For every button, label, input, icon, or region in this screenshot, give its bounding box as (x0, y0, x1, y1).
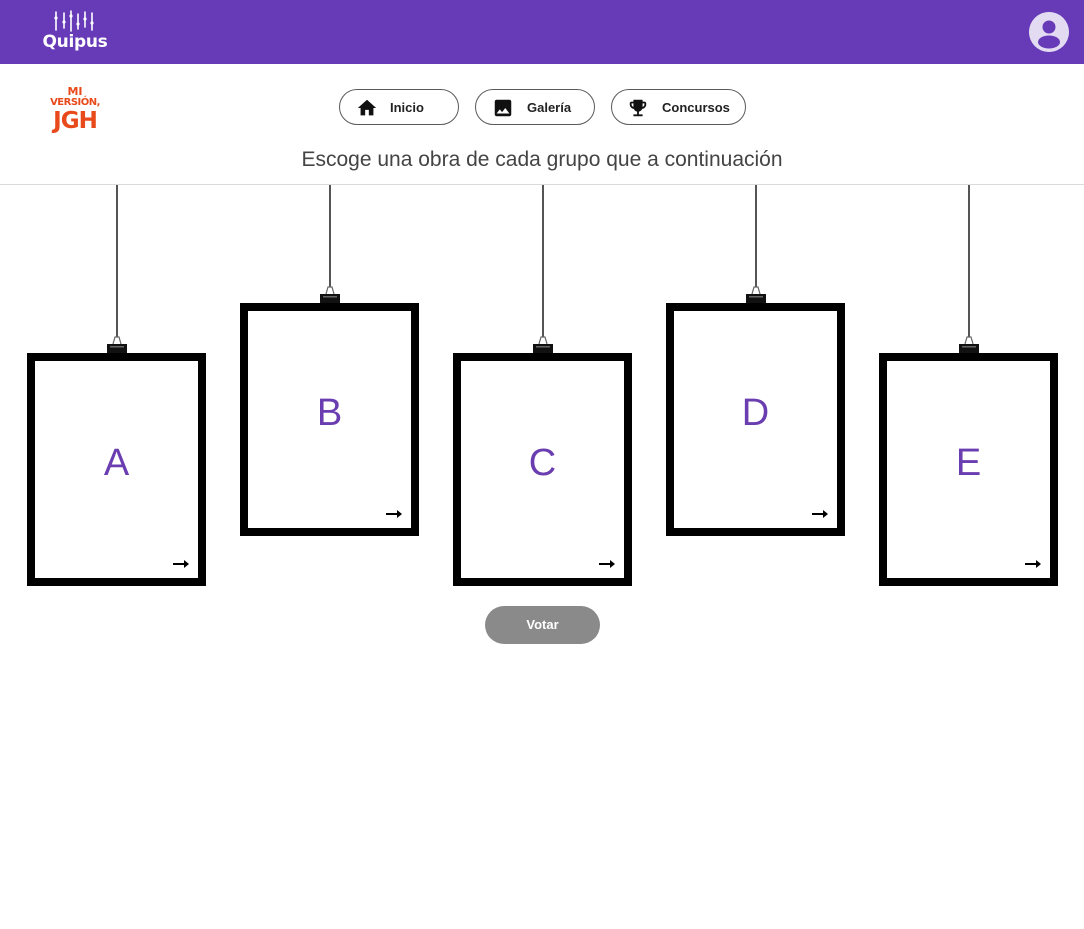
quipus-strings-icon (54, 10, 94, 32)
arrow-right-icon[interactable] (1025, 559, 1041, 569)
nav-inicio-label: Inicio (390, 100, 424, 115)
artwork-frame-a[interactable]: A (27, 353, 206, 586)
group-letter: A (103, 442, 130, 484)
contest-logo: MI VERSIÓN, JGH (48, 86, 102, 140)
contest-logo-line-3: JGH (53, 108, 98, 134)
nav-galeria-button[interactable]: Galería (475, 89, 595, 125)
trophy-icon (629, 99, 647, 117)
top-app-bar: Quipus (0, 0, 1084, 64)
arrow-right-icon[interactable] (812, 509, 828, 519)
arrow-right-icon[interactable] (599, 559, 615, 569)
nav-concursos-label: Concursos (662, 100, 730, 115)
group-letter: C (528, 442, 557, 484)
hanging-string (116, 185, 118, 337)
binder-clip-icon (959, 336, 979, 355)
quipus-logo[interactable]: Quipus (40, 10, 110, 54)
arrow-right-icon[interactable] (173, 559, 189, 569)
hanging-string (755, 185, 757, 287)
account-circle-icon (1029, 12, 1069, 52)
contest-logo-line-1: MI (67, 85, 83, 98)
image-icon (494, 99, 512, 117)
brand-name: Quipus (42, 32, 108, 52)
binder-clip-icon (533, 336, 553, 355)
binder-clip-icon (107, 336, 127, 355)
artwork-frame-d[interactable]: D (666, 303, 845, 536)
page-instruction: Escoge una obra de cada grupo que a cont… (301, 148, 783, 171)
contest-logo-line-2: VERSIÓN, (50, 97, 100, 108)
account-button[interactable] (1029, 12, 1069, 52)
binder-clip-icon (320, 286, 340, 305)
vote-button[interactable]: Votar (485, 606, 600, 644)
group-letter: B (316, 392, 343, 434)
nav-concursos-button[interactable]: Concursos (611, 89, 746, 125)
artwork-frame-e[interactable]: E (879, 353, 1058, 586)
group-letter: E (955, 442, 982, 484)
artwork-frame-b[interactable]: B (240, 303, 419, 536)
hanging-string (329, 185, 331, 287)
nav-galeria-label: Galería (527, 100, 572, 115)
hanging-string (542, 185, 544, 337)
group-letter: D (741, 392, 770, 434)
hanging-string (968, 185, 970, 337)
contest-header: MI VERSIÓN, JGH Inicio Galería Concursos… (0, 64, 1084, 185)
home-icon (357, 99, 377, 116)
arrow-right-icon[interactable] (386, 509, 402, 519)
nav-inicio-button[interactable]: Inicio (339, 89, 459, 125)
binder-clip-icon (746, 286, 766, 305)
artwork-frame-c[interactable]: C (453, 353, 632, 586)
